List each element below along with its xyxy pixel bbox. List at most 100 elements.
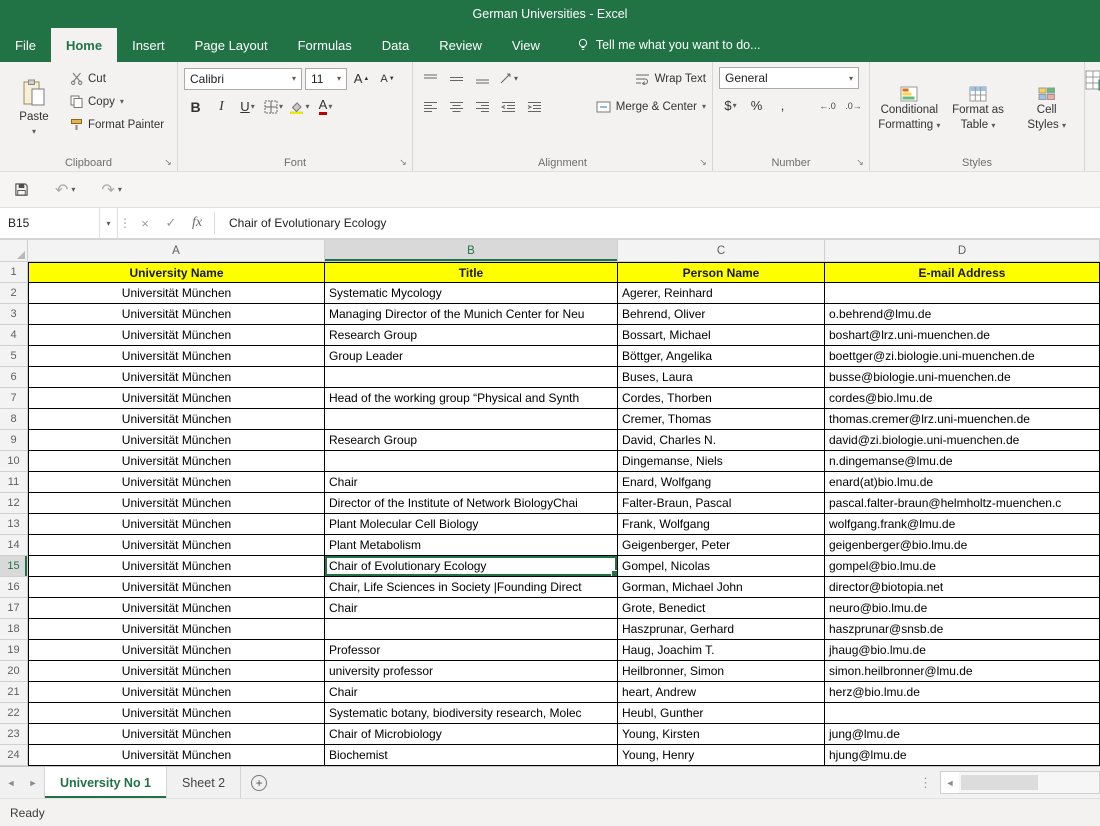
cell-D17[interactable]: neuro@bio.lmu.de bbox=[825, 598, 1100, 619]
row-header-10[interactable]: 10 bbox=[0, 451, 28, 472]
cell-D19[interactable]: jhaug@bio.lmu.de bbox=[825, 640, 1100, 661]
align-middle-button[interactable] bbox=[445, 67, 468, 90]
cell-D24[interactable]: hjung@lmu.de bbox=[825, 745, 1100, 766]
number-dialog-launcher-icon[interactable]: ↘ bbox=[854, 156, 866, 168]
increase-decimal-button[interactable]: ←.0 bbox=[816, 94, 839, 117]
cell-D2[interactable] bbox=[825, 283, 1100, 304]
cell-C3[interactable]: Behrend, Oliver bbox=[618, 304, 825, 325]
tab-review[interactable]: Review bbox=[424, 28, 497, 62]
tab-splitter-icon[interactable]: ⋮ bbox=[911, 767, 940, 798]
redo-button[interactable]: ↷▾ bbox=[101, 180, 121, 200]
tab-view[interactable]: View bbox=[497, 28, 555, 62]
cell-C4[interactable]: Bossart, Michael bbox=[618, 325, 825, 346]
sheet-nav-left-icon[interactable]: ◄ bbox=[0, 767, 22, 798]
sheet-tab-university-no-1[interactable]: University No 1 bbox=[44, 767, 167, 798]
cell-C5[interactable]: Böttger, Angelika bbox=[618, 346, 825, 367]
formula-input[interactable]: Chair of Evolutionary Ecology bbox=[219, 208, 1100, 238]
cell-C9[interactable]: David, Charles N. bbox=[618, 430, 825, 451]
cell-A5[interactable]: Universität München bbox=[28, 346, 325, 367]
cell-C24[interactable]: Young, Henry bbox=[618, 745, 825, 766]
align-left-button[interactable] bbox=[419, 95, 442, 118]
row-header-16[interactable]: 16 bbox=[0, 577, 28, 598]
enter-button[interactable]: ✓ bbox=[158, 208, 184, 238]
cell-C6[interactable]: Buses, Laura bbox=[618, 367, 825, 388]
cell-A8[interactable]: Universität München bbox=[28, 409, 325, 430]
cell-A11[interactable]: Universität München bbox=[28, 472, 325, 493]
copy-caret-icon[interactable]: ▾ bbox=[120, 97, 124, 106]
cell-D14[interactable]: geigenberger@bio.lmu.de bbox=[825, 535, 1100, 556]
row-header-14[interactable]: 14 bbox=[0, 535, 28, 556]
column-header-b[interactable]: B bbox=[325, 240, 618, 262]
accounting-format-button[interactable]: $▾ bbox=[719, 94, 742, 117]
format-as-table-button[interactable]: Format as Table ▾ bbox=[945, 67, 1012, 151]
merge-center-button[interactable]: Merge & Center ▾ bbox=[594, 95, 708, 118]
cell-D1[interactable]: E-mail Address bbox=[825, 262, 1100, 283]
cell-C17[interactable]: Grote, Benedict bbox=[618, 598, 825, 619]
cell-C8[interactable]: Cremer, Thomas bbox=[618, 409, 825, 430]
copy-button[interactable]: Copy ▾ bbox=[68, 90, 166, 113]
cell-C20[interactable]: Heilbronner, Simon bbox=[618, 661, 825, 682]
row-header-2[interactable]: 2 bbox=[0, 283, 28, 304]
row-header-3[interactable]: 3 bbox=[0, 304, 28, 325]
alignment-dialog-launcher-icon[interactable]: ↘ bbox=[697, 156, 709, 168]
align-bottom-button[interactable] bbox=[471, 67, 494, 90]
name-box[interactable]: B15 bbox=[0, 208, 100, 238]
cell-D20[interactable]: simon.heilbronner@lmu.de bbox=[825, 661, 1100, 682]
cell-A3[interactable]: Universität München bbox=[28, 304, 325, 325]
cell-A9[interactable]: Universität München bbox=[28, 430, 325, 451]
cell-A23[interactable]: Universität München bbox=[28, 724, 325, 745]
cell-B20[interactable]: university professor bbox=[325, 661, 618, 682]
cell-D9[interactable]: david@zi.biologie.uni-muenchen.de bbox=[825, 430, 1100, 451]
cell-B24[interactable]: Biochemist bbox=[325, 745, 618, 766]
row-header-17[interactable]: 17 bbox=[0, 598, 28, 619]
borders-button[interactable]: ▾ bbox=[262, 95, 285, 118]
cell-A12[interactable]: Universität München bbox=[28, 493, 325, 514]
font-dialog-launcher-icon[interactable]: ↘ bbox=[397, 156, 409, 168]
conditional-formatting-button[interactable]: Conditional Formatting ▾ bbox=[876, 67, 943, 151]
cell-A21[interactable]: Universität München bbox=[28, 682, 325, 703]
row-header-21[interactable]: 21 bbox=[0, 682, 28, 703]
cell-B5[interactable]: Group Leader bbox=[325, 346, 618, 367]
cell-C7[interactable]: Cordes, Thorben bbox=[618, 388, 825, 409]
row-header-22[interactable]: 22 bbox=[0, 703, 28, 724]
cell-C16[interactable]: Gorman, Michael John bbox=[618, 577, 825, 598]
cell-B18[interactable] bbox=[325, 619, 618, 640]
formula-bar-grip-icon[interactable]: ⋮ bbox=[118, 208, 132, 238]
column-header-c[interactable]: C bbox=[618, 240, 825, 262]
cell-D23[interactable]: jung@lmu.de bbox=[825, 724, 1100, 745]
paste-button[interactable]: Paste ▾ bbox=[6, 67, 62, 147]
cell-D13[interactable]: wolfgang.frank@lmu.de bbox=[825, 514, 1100, 535]
cell-A19[interactable]: Universität München bbox=[28, 640, 325, 661]
column-header-a[interactable]: A bbox=[28, 240, 325, 262]
row-header-18[interactable]: 18 bbox=[0, 619, 28, 640]
cell-C11[interactable]: Enard, Wolfgang bbox=[618, 472, 825, 493]
wrap-text-button[interactable]: Wrap Text bbox=[633, 67, 708, 90]
cell-B3[interactable]: Managing Director of the Munich Center f… bbox=[325, 304, 618, 325]
align-center-button[interactable] bbox=[445, 95, 468, 118]
row-header-23[interactable]: 23 bbox=[0, 724, 28, 745]
cell-D7[interactable]: cordes@bio.lmu.de bbox=[825, 388, 1100, 409]
decrease-font-button[interactable]: A▼ bbox=[376, 67, 399, 90]
tab-formulas[interactable]: Formulas bbox=[283, 28, 367, 62]
cell-D12[interactable]: pascal.falter-braun@helmholtz-muenchen.c bbox=[825, 493, 1100, 514]
cell-B21[interactable]: Chair bbox=[325, 682, 618, 703]
cell-B13[interactable]: Plant Molecular Cell Biology bbox=[325, 514, 618, 535]
font-size-select[interactable]: 11 ▾ bbox=[305, 68, 347, 90]
cell-D11[interactable]: enard(at)bio.lmu.de bbox=[825, 472, 1100, 493]
cell-D18[interactable]: haszprunar@snsb.de bbox=[825, 619, 1100, 640]
row-header-12[interactable]: 12 bbox=[0, 493, 28, 514]
cell-B4[interactable]: Research Group bbox=[325, 325, 618, 346]
cell-B14[interactable]: Plant Metabolism bbox=[325, 535, 618, 556]
cell-A13[interactable]: Universität München bbox=[28, 514, 325, 535]
cell-A16[interactable]: Universität München bbox=[28, 577, 325, 598]
row-header-24[interactable]: 24 bbox=[0, 745, 28, 766]
decrease-indent-button[interactable] bbox=[497, 95, 520, 118]
cell-B10[interactable] bbox=[325, 451, 618, 472]
scrollbar-thumb[interactable] bbox=[961, 775, 1038, 790]
cancel-button[interactable]: × bbox=[132, 208, 158, 238]
bold-button[interactable]: B bbox=[184, 95, 207, 118]
number-format-select[interactable]: General ▾ bbox=[719, 67, 859, 89]
cell-C2[interactable]: Agerer, Reinhard bbox=[618, 283, 825, 304]
cell-D6[interactable]: busse@biologie.uni-muenchen.de bbox=[825, 367, 1100, 388]
clipboard-dialog-launcher-icon[interactable]: ↘ bbox=[162, 156, 174, 168]
